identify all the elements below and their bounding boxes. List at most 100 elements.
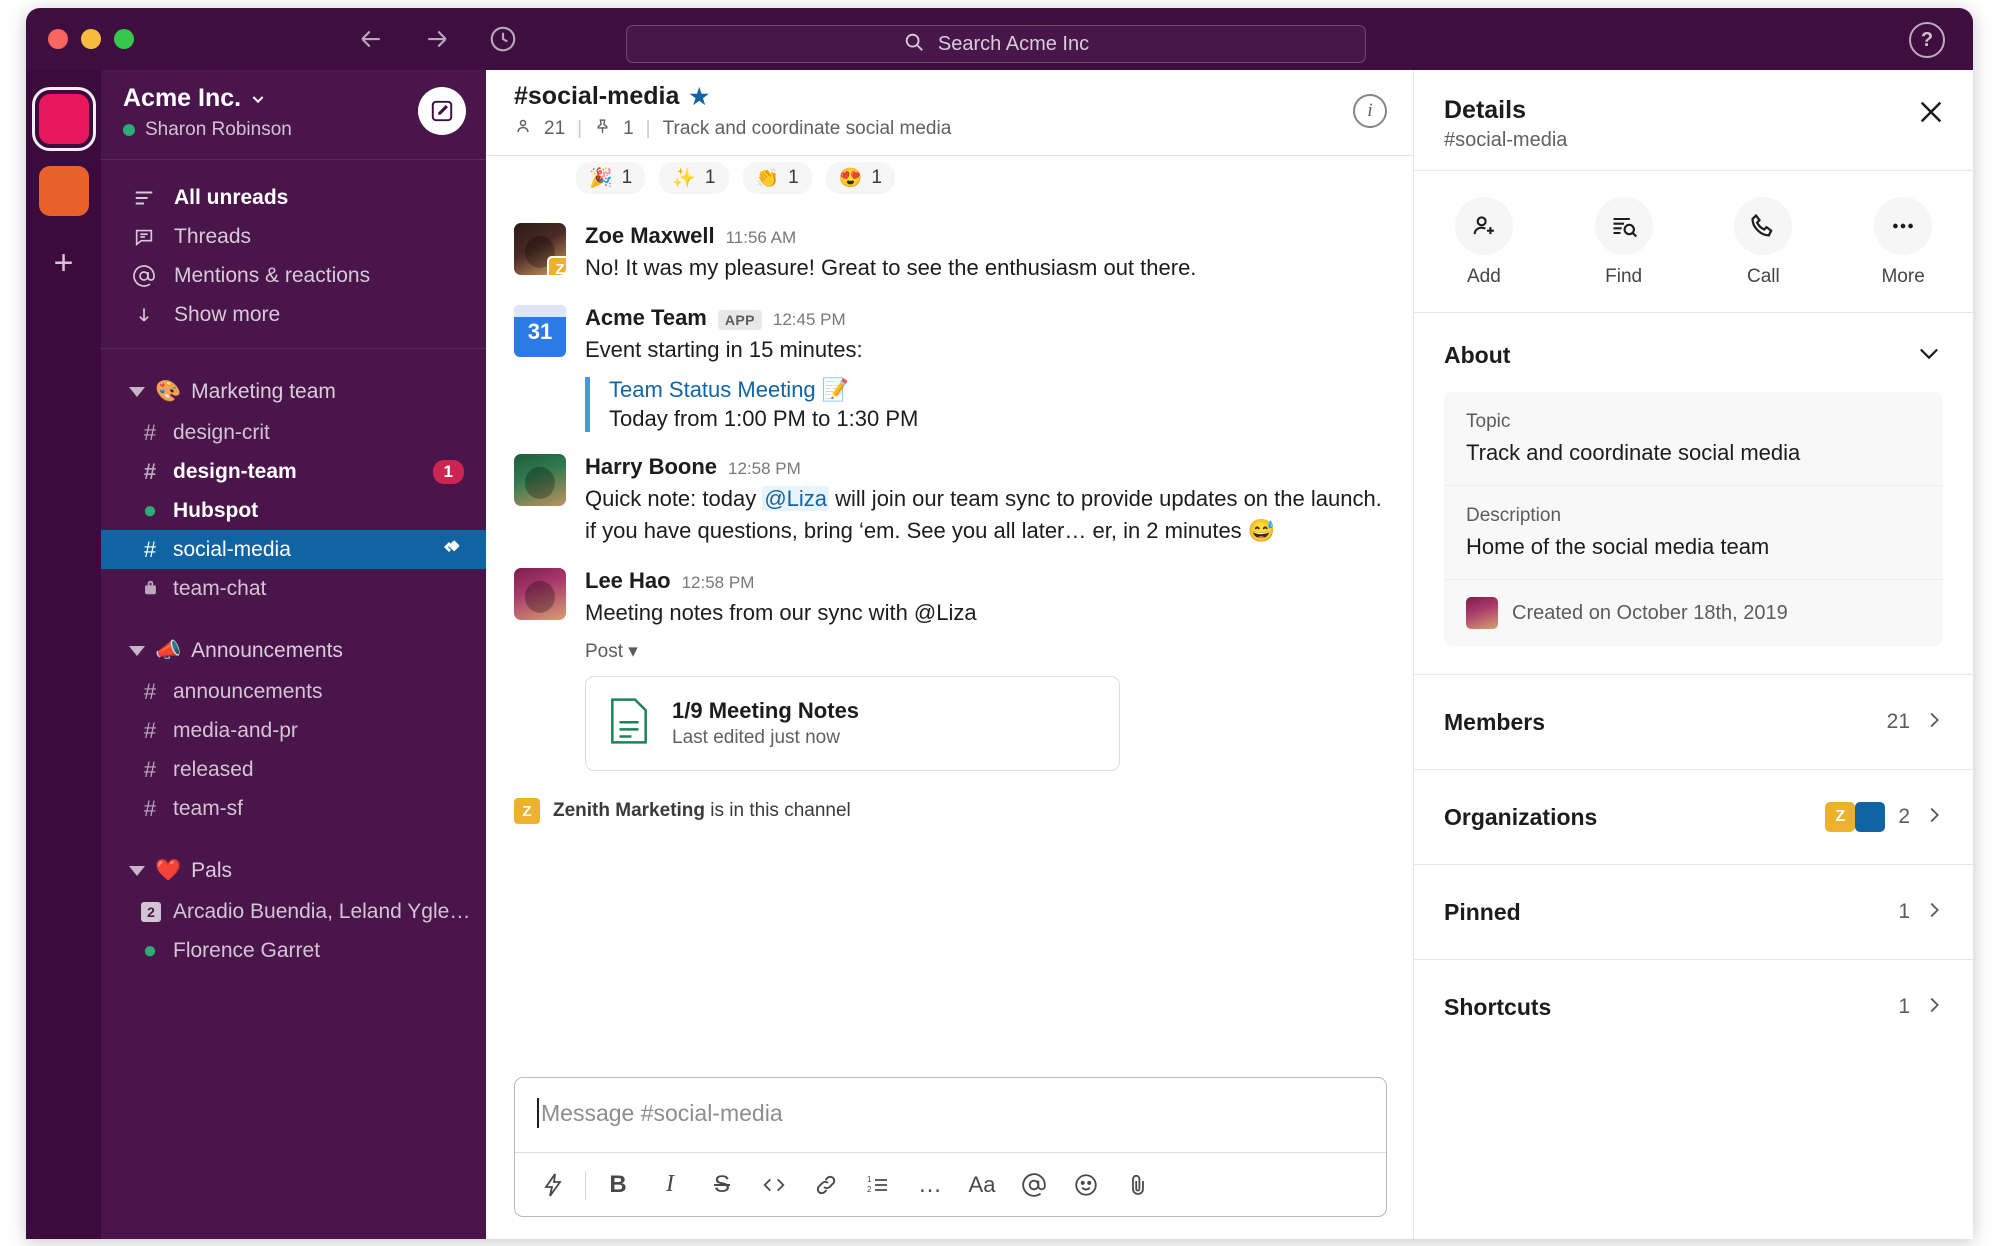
- avatar[interactable]: Z: [514, 223, 566, 275]
- avatar[interactable]: [514, 567, 566, 620]
- message-input-placeholder: Message #social-media: [541, 1099, 783, 1126]
- message-composer: Message #social-media B I S 1 2 … Aa: [486, 1077, 1413, 1239]
- info-icon[interactable]: i: [1353, 94, 1387, 128]
- file-subtitle: Last edited just now: [672, 727, 840, 749]
- message-time[interactable]: 12:58 PM: [682, 573, 755, 593]
- details-row-members[interactable]: Members 21: [1414, 674, 1973, 769]
- details-action-more[interactable]: More: [1833, 197, 1973, 288]
- shortcuts-icon[interactable]: [527, 1159, 579, 1211]
- organization-avatars: Z: [1825, 802, 1886, 832]
- close-icon[interactable]: [1915, 96, 1947, 133]
- sidebar-channel-media-and-pr[interactable]: # media-and-pr: [101, 711, 486, 750]
- maximize-window-button[interactable]: [114, 29, 134, 49]
- channel-title[interactable]: #social-media ★: [514, 82, 1387, 111]
- details-action-call[interactable]: Call: [1694, 197, 1834, 288]
- sidebar-channel-team-chat[interactable]: team-chat: [101, 569, 486, 608]
- code-icon[interactable]: [748, 1159, 800, 1211]
- user-mention[interactable]: @Liza: [762, 486, 830, 512]
- chevron-down-icon[interactable]: [1915, 339, 1943, 372]
- row-count: 21: [1886, 710, 1910, 733]
- arrow-left-icon[interactable]: [356, 24, 386, 54]
- topic-field[interactable]: Topic Track and coordinate social media: [1444, 392, 1943, 486]
- link-icon[interactable]: [800, 1159, 852, 1211]
- creator-avatar[interactable]: [1466, 597, 1498, 629]
- phone-icon: [1734, 197, 1793, 255]
- workspace-name[interactable]: Acme Inc.: [123, 84, 292, 113]
- sidebar-item-all-unreads[interactable]: All unreads: [101, 178, 486, 217]
- current-user[interactable]: Sharon Robinson: [123, 119, 292, 141]
- message-time[interactable]: 11:56 AM: [726, 228, 797, 248]
- sidebar-item-show-more[interactable]: Show more: [101, 295, 486, 334]
- sidebar-channel-team-sf[interactable]: # team-sf: [101, 789, 486, 828]
- sidebar-channel-hubspot[interactable]: ● Hubspot: [101, 491, 486, 530]
- section-header[interactable]: 📣 Announcements: [101, 630, 486, 672]
- calendar-icon[interactable]: 31: [514, 305, 566, 358]
- star-icon[interactable]: ★: [689, 84, 709, 110]
- details-row-pinned[interactable]: Pinned 1: [1414, 864, 1973, 959]
- clock-icon[interactable]: [488, 24, 518, 54]
- message-time[interactable]: 12:45 PM: [773, 310, 846, 330]
- text-cursor: [537, 1098, 539, 1128]
- emoji-icon[interactable]: [1060, 1159, 1112, 1211]
- attachment-icon[interactable]: [1112, 1159, 1164, 1211]
- sidebar-channel-announcements[interactable]: # announcements: [101, 672, 486, 711]
- font-icon[interactable]: Aa: [956, 1159, 1008, 1211]
- ordered-list-icon[interactable]: 12: [852, 1159, 904, 1211]
- details-row-organizations[interactable]: Organizations Z 2: [1414, 769, 1973, 864]
- chevron-right-icon: [1923, 804, 1945, 831]
- reaction-chip[interactable]: 🎉 1: [576, 162, 646, 194]
- channel-topic[interactable]: Track and coordinate social media: [663, 118, 952, 140]
- message-author[interactable]: Zoe Maxwell: [585, 223, 715, 249]
- close-window-button[interactable]: [48, 29, 68, 49]
- row-count: 1: [1898, 900, 1910, 923]
- sidebar-item-threads[interactable]: Threads: [101, 217, 486, 256]
- event-title-link[interactable]: Team Status Meeting 📝: [609, 377, 1387, 403]
- message-input[interactable]: Message #social-media: [515, 1078, 1386, 1152]
- caret-down-icon: [129, 866, 145, 876]
- strikethrough-icon[interactable]: S: [696, 1159, 748, 1211]
- sidebar-channel-design-crit[interactable]: # design-crit: [101, 413, 486, 452]
- message-time[interactable]: 12:58 PM: [728, 459, 801, 479]
- sidebar-item-mentions[interactable]: Mentions & reactions: [101, 256, 486, 295]
- add-workspace-button[interactable]: +: [54, 246, 74, 280]
- description-field[interactable]: Description Home of the social media tea…: [1444, 486, 1943, 580]
- workspace-icon-secondary[interactable]: [38, 166, 89, 216]
- avatar[interactable]: [514, 454, 566, 507]
- reaction-chip[interactable]: 😍 1: [825, 162, 895, 194]
- bold-icon[interactable]: B: [592, 1159, 644, 1211]
- reaction-chip[interactable]: ✨ 1: [659, 162, 729, 194]
- channel-label: Hubspot: [173, 498, 259, 522]
- reaction-chip[interactable]: 👏 1: [742, 162, 812, 194]
- workspace-header[interactable]: Acme Inc. Sharon Robinson: [101, 70, 486, 160]
- minimize-window-button[interactable]: [81, 29, 101, 49]
- arrow-right-icon[interactable]: [422, 24, 452, 54]
- file-attachment-card[interactable]: 1/9 Meeting Notes Last edited just now: [585, 676, 1120, 772]
- sidebar-channel-released[interactable]: # released: [101, 750, 486, 789]
- details-action-add[interactable]: Add: [1414, 197, 1554, 288]
- section-header[interactable]: 🎨 Marketing team: [101, 371, 486, 413]
- sidebar-channel-social-media[interactable]: # social-media: [101, 530, 486, 569]
- message-author[interactable]: Lee Hao: [585, 568, 671, 594]
- message-author[interactable]: Acme Team: [585, 305, 707, 331]
- help-button[interactable]: ?: [1909, 22, 1945, 58]
- details-action-find[interactable]: Find: [1554, 197, 1694, 288]
- sidebar-channel-design-team[interactable]: # design-team 1: [101, 452, 486, 491]
- section-header[interactable]: ❤️ Pals: [101, 850, 486, 892]
- message-text: No! It was my pleasure! Great to see the…: [585, 255, 1197, 280]
- message-list: 🎉 1 ✨ 1 👏 1 😍 1 Z Zoe Maxwell 11:56 AM N…: [486, 156, 1413, 1077]
- workspace-icon-acme[interactable]: [31, 87, 96, 151]
- about-header[interactable]: About: [1444, 339, 1943, 372]
- mention-icon[interactable]: [1008, 1159, 1060, 1211]
- search-input[interactable]: Search Acme Inc: [626, 25, 1366, 63]
- compose-message-button[interactable]: [418, 87, 466, 135]
- member-count[interactable]: 21: [544, 118, 565, 140]
- sidebar-dm-florence-garret[interactable]: ● Florence Garret: [101, 931, 486, 970]
- sidebar-dm-group[interactable]: 2 Arcadio Buendia, Leland Ygle…: [101, 892, 486, 931]
- message-text-part: Quick note: today: [585, 486, 763, 512]
- post-type-dropdown[interactable]: Post ▾: [585, 640, 1387, 663]
- italic-icon[interactable]: I: [644, 1159, 696, 1211]
- details-row-shortcuts[interactable]: Shortcuts 1: [1414, 959, 1973, 1054]
- more-options-icon[interactable]: …: [904, 1159, 956, 1211]
- pin-count[interactable]: 1: [623, 118, 634, 140]
- message-author[interactable]: Harry Boone: [585, 454, 717, 480]
